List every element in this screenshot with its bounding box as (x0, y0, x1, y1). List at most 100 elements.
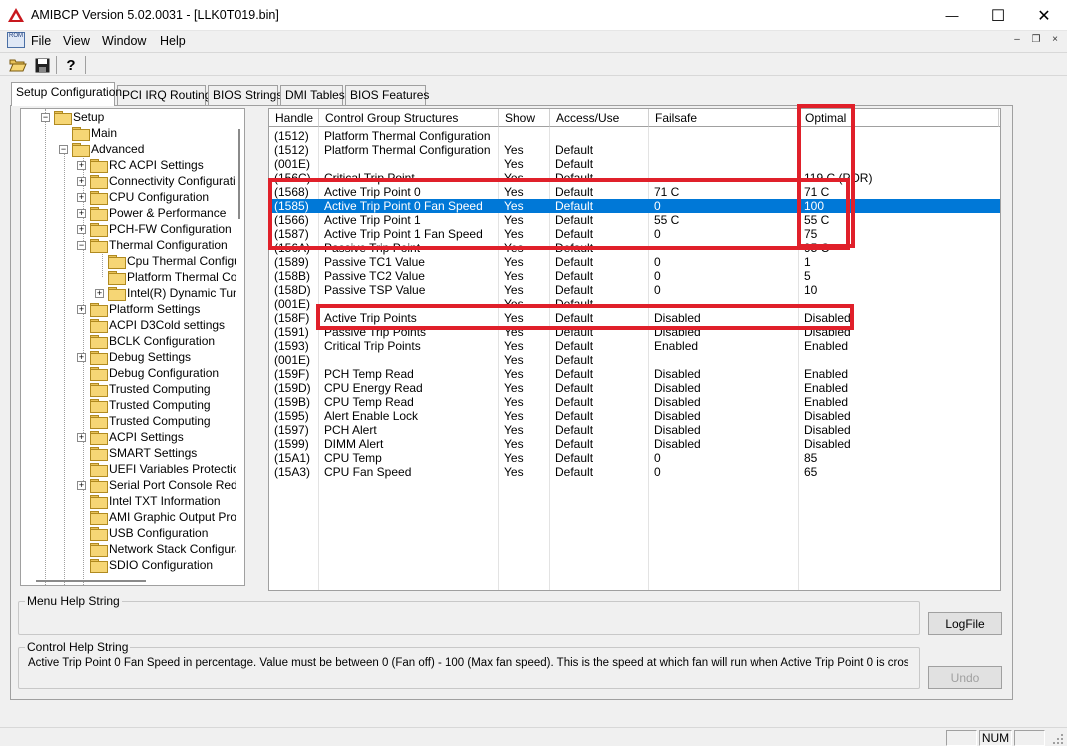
logfile-button[interactable]: LogFile (928, 612, 1002, 635)
tree-item[interactable]: + PCH-FW Configuration (77, 221, 232, 237)
mdi-minimize-button[interactable]: – (1010, 34, 1024, 46)
table-row[interactable]: (1512) Platform Thermal Configuration (269, 129, 1000, 143)
rom-document-icon[interactable]: ROM (7, 32, 25, 48)
tree-item[interactable]: Cpu Thermal Configuration (108, 253, 244, 269)
table-row[interactable]: (001E) Yes Default (269, 353, 1000, 367)
tree-item[interactable]: + Serial Port Console Redirection (77, 477, 244, 493)
menu-help[interactable]: Help (160, 34, 186, 48)
table-row[interactable]: (159B) CPU Temp Read Yes Default Disabled Ena… (269, 395, 1000, 409)
expand-icon[interactable]: + (77, 192, 86, 202)
tree-item[interactable]: + Platform Settings (77, 301, 200, 317)
tree-item[interactable]: − Setup (41, 109, 104, 125)
tab-bios-strings[interactable]: BIOS Strings (208, 85, 282, 105)
tab-bios-features[interactable]: BIOS Features (345, 85, 429, 105)
column-header[interactable]: Access/Use (550, 109, 649, 127)
control-grid[interactable]: Handle Control Group Structures Show Access… (268, 108, 1001, 591)
tree-item[interactable]: Platform Thermal Configuration (108, 269, 244, 285)
table-row[interactable]: (156C) Critical Trip Point Yes Default 119 C… (269, 171, 1000, 185)
table-row[interactable]: (1593) Critical Trip Points Yes Default Enab… (269, 339, 1000, 353)
expand-icon[interactable]: + (77, 352, 86, 362)
undo-button[interactable]: Undo (928, 666, 1002, 689)
table-row[interactable]: (158F) Active Trip Points Yes Default Disabl… (269, 311, 1000, 325)
collapse-icon[interactable]: − (77, 240, 86, 250)
collapse-icon[interactable]: − (41, 112, 50, 122)
expand-icon[interactable]: + (77, 480, 86, 490)
maximize-button[interactable]: ☐ (975, 0, 1021, 31)
expand-icon[interactable]: + (77, 176, 86, 186)
setup-tree[interactable]: − Setup Main − Advanced + RC ACPI Settings + Con… (20, 108, 245, 586)
tree-item[interactable]: + Connectivity Configuration (77, 173, 244, 189)
table-row[interactable]: (001E) Yes Default (269, 157, 1000, 171)
table-row[interactable]: (1568) Active Trip Point 0 Yes Default 71 C 7… (269, 185, 1000, 199)
table-row[interactable]: (1587) Active Trip Point 1 Fan Speed Yes De… (269, 227, 1000, 241)
tree-item[interactable]: Main (72, 125, 117, 141)
close-button[interactable]: ✕ (1021, 0, 1067, 31)
menu-view[interactable]: View (63, 34, 90, 48)
tree-item[interactable]: + RC ACPI Settings (77, 157, 204, 173)
table-row[interactable]: (15A1) CPU Temp Yes Default 0 85 (269, 451, 1000, 465)
table-row[interactable]: (158B) Passive TC2 Value Yes Default 0 5 (269, 269, 1000, 283)
tree-item[interactable]: + Power & Performance (77, 205, 226, 221)
table-row[interactable]: (1512) Platform Thermal Configuration Yes D… (269, 143, 1000, 157)
tree-vertical-scrollbar[interactable] (236, 109, 244, 585)
column-header[interactable]: Failsafe (649, 109, 799, 127)
tree-item[interactable]: Intel TXT Information (90, 493, 221, 509)
tab-setup-configuration[interactable]: Setup Configuration (11, 82, 122, 106)
tree-item[interactable]: USB Configuration (90, 525, 208, 541)
expand-icon[interactable]: + (77, 208, 86, 218)
column-header[interactable]: Show (499, 109, 550, 127)
collapse-icon[interactable]: − (59, 144, 68, 154)
save-button[interactable] (31, 55, 53, 75)
tree-item[interactable]: ACPI D3Cold settings (90, 317, 225, 333)
tree-item[interactable]: − Advanced (59, 141, 144, 157)
table-row[interactable]: (1566) Active Trip Point 1 Yes Default 55 C 5… (269, 213, 1000, 227)
resize-grip-icon[interactable] (1053, 734, 1064, 745)
table-row[interactable]: (15A3) CPU Fan Speed Yes Default 0 65 (269, 465, 1000, 479)
tab-dmi-tables[interactable]: DMI Tables (280, 85, 345, 105)
tree-item[interactable]: UEFI Variables Protection (90, 461, 244, 477)
table-row[interactable]: (156A) Passive Trip Point Yes Default 95 C (269, 241, 1000, 255)
tree-item[interactable]: SDIO Configuration (90, 557, 213, 573)
tree-item[interactable]: Trusted Computing (90, 413, 211, 429)
tree-scroll-thumb[interactable] (238, 129, 240, 219)
expand-icon[interactable]: + (77, 224, 86, 234)
tree-item[interactable]: + CPU Configuration (77, 189, 209, 205)
tree-item[interactable]: SMART Settings (90, 445, 197, 461)
table-row[interactable]: (1589) Passive TC1 Value Yes Default 0 1 (269, 255, 1000, 269)
menu-file[interactable]: File (31, 34, 51, 48)
table-row[interactable]: (159F) PCH Temp Read Yes Default Disabled Ena… (269, 367, 1000, 381)
open-button[interactable] (7, 55, 29, 75)
help-button[interactable]: ? (60, 55, 82, 75)
minimize-button[interactable]: — (929, 0, 975, 31)
column-header[interactable]: Handle (269, 109, 319, 127)
table-row[interactable]: (001E) Yes Default (269, 297, 1000, 311)
tree-item[interactable]: BCLK Configuration (90, 333, 215, 349)
expand-icon[interactable]: + (95, 288, 104, 298)
column-header[interactable]: Optimal (799, 109, 999, 127)
column-header[interactable]: Control Group Structures (319, 109, 499, 127)
tree-item[interactable]: + ACPI Settings (77, 429, 184, 445)
tree-item[interactable]: AMI Graphic Output Protocol (90, 509, 244, 525)
table-row[interactable]: (159D) CPU Energy Read Yes Default Disabled E… (269, 381, 1000, 395)
tree-item[interactable]: + Debug Settings (77, 349, 191, 365)
table-row[interactable]: (1599) DIMM Alert Yes Default Disabled Disab… (269, 437, 1000, 451)
tree-item[interactable]: − Thermal Configuration (77, 237, 228, 253)
mdi-restore-button[interactable]: ❐ (1029, 34, 1043, 46)
expand-icon[interactable]: + (77, 304, 86, 314)
table-row[interactable]: (1595) Alert Enable Lock Yes Default Disable… (269, 409, 1000, 423)
tree-item[interactable]: Network Stack Configuration (90, 541, 244, 557)
table-row[interactable]: (1597) PCH Alert Yes Default Disabled Disabl… (269, 423, 1000, 437)
table-row[interactable]: (158D) Passive TSP Value Yes Default 0 10 (269, 283, 1000, 297)
menu-window[interactable]: Window (102, 34, 146, 48)
tree-horizontal-scrollbar[interactable] (36, 580, 146, 582)
tree-item[interactable]: Debug Configuration (90, 365, 219, 381)
tree-item[interactable]: Trusted Computing (90, 397, 211, 413)
mdi-close-button[interactable]: × (1048, 34, 1062, 46)
table-row[interactable]: (1585) Active Trip Point 0 Fan Speed Yes De… (269, 199, 1000, 213)
tree-item[interactable]: Trusted Computing (90, 381, 211, 397)
tree-item[interactable]: + Intel(R) Dynamic Tuning (95, 285, 244, 301)
expand-icon[interactable]: + (77, 432, 86, 442)
tab-pci-irq-routing[interactable]: PCI IRQ Routing (117, 85, 211, 105)
table-row[interactable]: (1591) Passive Trip Points Yes Default Disab… (269, 325, 1000, 339)
expand-icon[interactable]: + (77, 160, 86, 170)
